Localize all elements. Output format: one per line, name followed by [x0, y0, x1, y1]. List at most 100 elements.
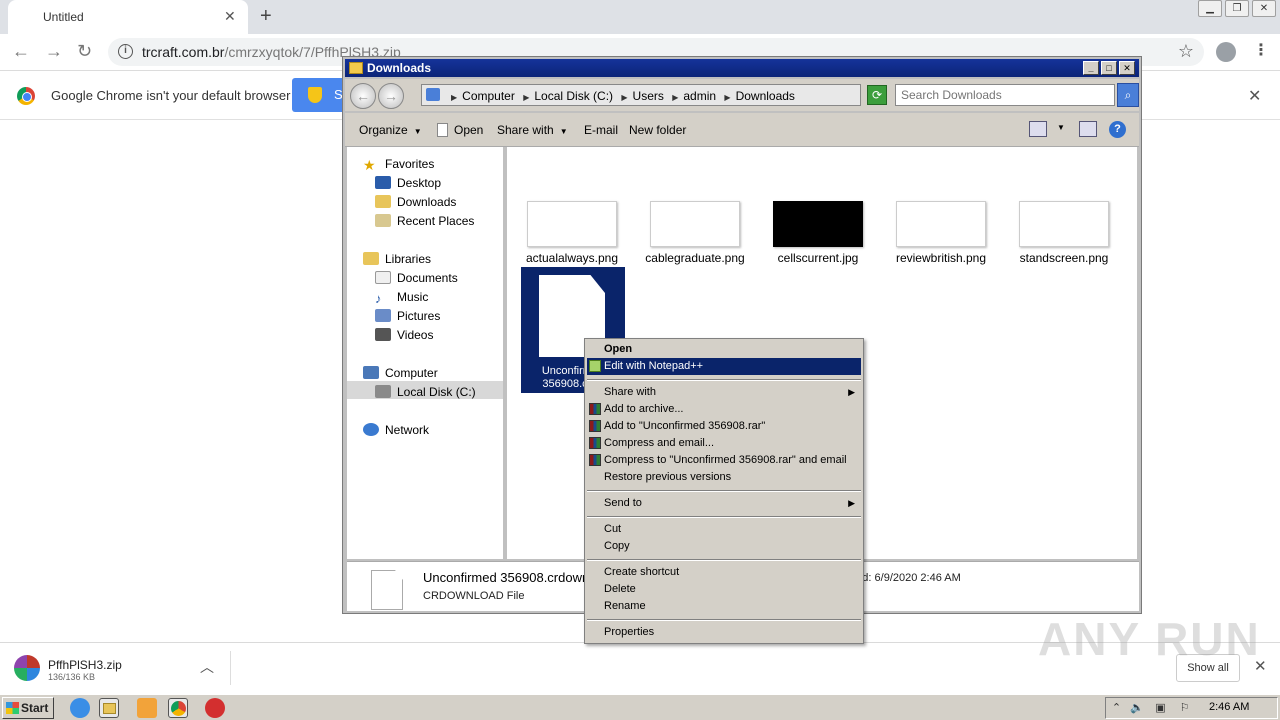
search-icon[interactable]: ⌕ — [1117, 83, 1139, 107]
menu-item-create-shortcut[interactable]: Create shortcut — [587, 564, 861, 581]
nav-music[interactable]: ♪ Music — [375, 290, 428, 305]
breadcrumb-admin[interactable]: admin — [683, 89, 716, 103]
infobar-close-icon[interactable]: ✕ — [1248, 86, 1261, 106]
explorer-window-controls: _ □ ✕ — [1083, 61, 1135, 75]
profile-avatar-icon[interactable] — [1216, 42, 1236, 62]
nav-libraries[interactable]: Libraries — [363, 252, 431, 266]
folder-icon — [349, 62, 363, 74]
uac-shield-icon — [308, 87, 322, 103]
file-name[interactable]: cellscurrent.jpg — [760, 251, 876, 265]
media-player-icon[interactable] — [137, 698, 157, 718]
view-dropdown-icon[interactable]: ▼ — [1057, 123, 1065, 132]
file-name[interactable]: cablegraduate.png — [637, 251, 753, 265]
chrome-menu-icon[interactable]: ⋮ — [1253, 40, 1269, 60]
nav-documents[interactable]: Documents — [375, 271, 458, 285]
nav-pictures[interactable]: Pictures — [375, 309, 440, 323]
breadcrumb-path: ▶ Computer ▶ Local Disk (C:) ▶ Users ▶ admin… — [451, 89, 795, 103]
new-folder-button[interactable]: New folder — [629, 123, 686, 137]
volume-icon[interactable]: 🔈 — [1130, 702, 1144, 715]
restore-icon[interactable]: ❐ — [1225, 0, 1249, 17]
menu-item-rename[interactable]: Rename — [587, 598, 861, 615]
submenu-arrow-icon: ▶ — [848, 498, 855, 508]
open-button[interactable]: Open — [437, 123, 483, 137]
menu-item-open[interactable]: Open — [587, 341, 861, 358]
chrome-taskbar-icon[interactable] — [168, 698, 188, 718]
menu-item-properties[interactable]: Properties — [587, 624, 861, 641]
nav-desktop[interactable]: Desktop — [375, 176, 441, 190]
close-icon[interactable]: ✕ — [1119, 61, 1135, 75]
explorer-taskbar-icon[interactable] — [99, 698, 119, 718]
menu-item-copy[interactable]: Copy — [587, 538, 861, 555]
preview-pane-icon[interactable] — [1079, 121, 1097, 137]
menu-item-restore-versions[interactable]: Restore previous versions — [587, 469, 861, 486]
start-button[interactable]: Start — [2, 697, 54, 719]
image-thumbnail[interactable] — [1019, 201, 1109, 247]
close-icon[interactable]: ✕ — [1252, 0, 1276, 17]
network-icon[interactable]: ▣ — [1154, 702, 1167, 715]
infobar-message: Google Chrome isn't your default browser — [51, 88, 291, 103]
explorer-titlebar[interactable]: Downloads _ □ ✕ — [345, 59, 1139, 77]
forward-arrow-icon[interactable]: → — [45, 41, 63, 62]
window-controls: ▁ ❐ ✕ — [1198, 0, 1276, 20]
menu-item-add-archive[interactable]: Add to archive... — [587, 401, 861, 418]
menu-item-send-to[interactable]: Send to ▶ — [587, 495, 861, 512]
chevron-up-icon[interactable]: ︿ — [200, 657, 214, 677]
nav-favorites[interactable]: ★ Favorites — [363, 157, 434, 172]
image-thumbnail[interactable] — [896, 201, 986, 247]
image-thumbnail[interactable] — [650, 201, 740, 247]
bookmark-star-icon[interactable]: ☆ — [1178, 41, 1194, 62]
show-hidden-icons-icon[interactable]: ⌃ — [1110, 702, 1123, 715]
menu-item-edit-notepad[interactable]: Edit with Notepad++ — [587, 358, 861, 375]
internet-explorer-icon[interactable] — [70, 698, 90, 718]
image-thumbnail[interactable] — [527, 201, 617, 247]
browser-tab[interactable]: Untitled ✕ — [8, 0, 248, 34]
nav-videos[interactable]: Videos — [375, 328, 433, 342]
winrar-icon — [589, 437, 601, 449]
stop-sign-icon[interactable] — [205, 698, 225, 718]
back-arrow-icon[interactable]: ← — [350, 83, 376, 109]
breadcrumb-downloads[interactable]: Downloads — [736, 89, 795, 103]
nav-computer[interactable]: Computer — [363, 366, 438, 380]
nav-network[interactable]: Network — [363, 423, 429, 437]
breadcrumb-local-disk[interactable]: Local Disk (C:) — [534, 89, 613, 103]
tab-close-icon[interactable]: ✕ — [224, 8, 236, 25]
file-name[interactable]: reviewbritish.png — [883, 251, 999, 265]
refresh-icon[interactable]: ⟳ — [867, 85, 887, 105]
organize-button[interactable]: Organize ▼ — [359, 123, 422, 137]
new-tab-icon[interactable]: + — [260, 5, 272, 28]
nav-downloads[interactable]: Downloads — [375, 195, 456, 209]
action-center-flag-icon[interactable]: ⚐ — [1178, 702, 1191, 715]
email-button[interactable]: E-mail — [584, 123, 618, 137]
help-icon[interactable]: ? — [1109, 121, 1126, 138]
menu-item-compress-email[interactable]: Compress and email... — [587, 435, 861, 452]
search-input[interactable] — [896, 85, 1106, 105]
menu-item-share-with[interactable]: Share with ▶ — [587, 384, 861, 401]
maximize-icon[interactable]: □ — [1101, 61, 1117, 75]
share-with-button[interactable]: Share with ▼ — [497, 123, 568, 137]
reload-icon[interactable]: ↻ — [77, 41, 92, 62]
image-thumbnail[interactable] — [773, 201, 863, 247]
minimize-icon[interactable]: ▁ — [1198, 0, 1222, 17]
file-name[interactable]: actualalways.png — [514, 251, 630, 265]
menu-item-cut[interactable]: Cut — [587, 521, 861, 538]
nav-buttons: ← → — [350, 83, 406, 109]
forward-arrow-icon[interactable]: → — [378, 83, 404, 109]
back-arrow-icon[interactable]: ← — [12, 41, 30, 62]
breadcrumb[interactable]: ▶ Computer ▶ Local Disk (C:) ▶ Users ▶ admin… — [421, 84, 933, 106]
site-info-icon[interactable]: i — [118, 44, 133, 59]
menu-item-add-rar[interactable]: Add to "Unconfirmed 356908.rar" — [587, 418, 861, 435]
breadcrumb-computer[interactable]: Computer — [462, 89, 515, 103]
menu-item-compress-rar-email[interactable]: Compress to "Unconfirmed 356908.rar" and… — [587, 452, 861, 469]
minimize-icon[interactable]: _ — [1083, 61, 1099, 75]
notepad-plus-icon — [589, 360, 601, 372]
file-name[interactable]: standscreen.png — [1006, 251, 1122, 265]
clock[interactable]: 2:46 AM — [1209, 701, 1249, 713]
breadcrumb-users[interactable]: Users — [633, 89, 664, 103]
menu-item-delete[interactable]: Delete — [587, 581, 861, 598]
search-field[interactable] — [895, 84, 1115, 106]
nav-recent-places[interactable]: Recent Places — [375, 214, 474, 228]
nav-local-disk[interactable]: Local Disk (C:) — [375, 385, 476, 399]
change-view-icon[interactable] — [1029, 121, 1047, 137]
download-filename[interactable]: PffhPlSH3.zip — [48, 658, 122, 672]
command-bar: Organize ▼ Open Share with ▼ E-mail New fo… — [345, 113, 1139, 147]
